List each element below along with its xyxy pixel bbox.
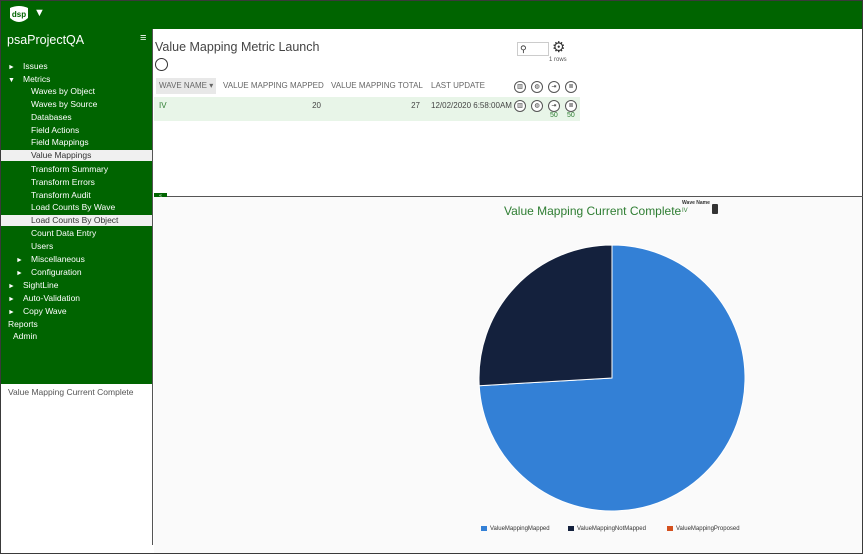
legend-item[interactable]: ValueMappingProposed	[667, 526, 740, 532]
pie-chart	[478, 244, 746, 512]
legend-swatch	[481, 526, 487, 531]
legend-label: ValueMappingMapped	[490, 526, 550, 533]
legend-label: ValueMappingProposed	[676, 526, 740, 533]
legend-item[interactable]: ValueMappingMapped	[481, 526, 550, 532]
legend-swatch	[667, 526, 673, 531]
legend-swatch	[568, 526, 574, 531]
legend-item[interactable]: ValueMappingNotMapped	[568, 526, 646, 532]
legend-label: ValueMappingNotMapped	[577, 526, 646, 533]
pie-slice-valuemappingnotmapped[interactable]	[478, 244, 613, 387]
